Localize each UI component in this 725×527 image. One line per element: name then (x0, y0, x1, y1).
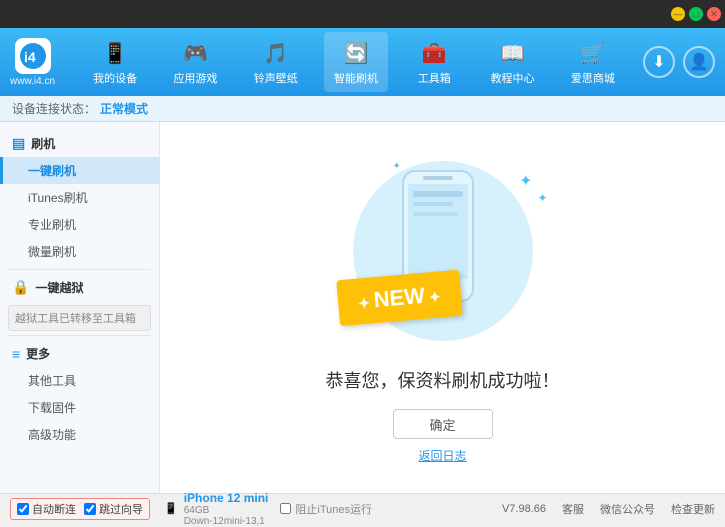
status-value: 正常模式 (100, 100, 148, 117)
nav-label-smart-flash: 智能刷机 (334, 70, 378, 86)
nav-label-ringtone: 铃声壁纸 (254, 70, 298, 86)
status-label: 设备连接状态： (12, 100, 96, 117)
download-button[interactable]: ⬇ (643, 46, 675, 78)
toolbox-icon: 🧰 (419, 38, 449, 68)
sidebar-section-jailbreak: 🔒 一键越狱 (0, 274, 159, 301)
jailbreak-notice: 越狱工具已转移至工具箱 (8, 305, 151, 331)
skip-wizard-checkbox[interactable]: 跳过向导 (84, 501, 143, 517)
illustration: NEW ✦ ✦ ✦ (333, 151, 553, 351)
jailbreak-icon: 🔒 (12, 279, 29, 296)
ringtone-icon: 🎵 (261, 38, 291, 68)
titlebar: — □ ✕ (0, 0, 725, 28)
nav-item-my-device[interactable]: 📱 我的设备 (83, 32, 147, 92)
sidebar-item-one-key-flash[interactable]: 一键刷机 (0, 157, 159, 184)
logo-text: www.i4.cn (10, 76, 55, 87)
checkbox-group-box: 自动断连 跳过向导 (10, 498, 150, 520)
check-update-link[interactable]: 检查更新 (671, 501, 715, 517)
maximize-button[interactable]: □ (689, 7, 703, 21)
nav-label-store: 爱思商城 (571, 70, 615, 86)
sidebar-section-more-label: 更多 (26, 345, 50, 362)
tutorial-icon: 📖 (498, 38, 528, 68)
device-icon: 📱 (164, 502, 178, 515)
my-device-icon: 📱 (100, 38, 130, 68)
logo-icon: i4 (15, 38, 51, 74)
auto-close-checkbox[interactable]: 自动断连 (17, 501, 76, 517)
back-to-log-link[interactable]: 返回日志 (418, 447, 466, 464)
content-area: NEW ✦ ✦ ✦ 恭喜您，保资料刷机成功啦！ 确定 返回日志 (160, 122, 725, 493)
star-2: ✦ (537, 191, 547, 205)
sidebar-section-flash: ▤ 刷机 (0, 130, 159, 157)
logo[interactable]: i4 www.i4.cn (10, 38, 55, 87)
skip-wizard-input[interactable] (84, 503, 96, 515)
header-right: ⬇ 👤 (643, 46, 715, 78)
device-model: Down-12mini-13,1 (184, 516, 269, 527)
itunes-block-checkbox[interactable] (280, 503, 291, 514)
sidebar-item-advanced[interactable]: 高级功能 (0, 421, 159, 448)
svg-text:i4: i4 (24, 49, 36, 65)
sidebar-item-itunes-flash[interactable]: iTunes刷机 (0, 184, 159, 211)
nav-label-toolbox: 工具箱 (418, 70, 451, 86)
nav-label-tutorial: 教程中心 (491, 70, 535, 86)
minimize-button[interactable]: — (671, 7, 685, 21)
sidebar-divider-1 (8, 269, 151, 270)
sidebar: ▤ 刷机 一键刷机 iTunes刷机 专业刷机 微量刷机 🔒 一键越狱 越狱工具… (0, 122, 160, 493)
sidebar-section-more: ≡ 更多 (0, 340, 159, 367)
wechat-link[interactable]: 微信公众号 (600, 501, 655, 517)
bottom-right: V7.98.66 客服 微信公众号 检查更新 (502, 501, 715, 517)
star-1: ✦ (519, 171, 532, 191)
nav-item-smart-flash[interactable]: 🔄 智能刷机 (324, 32, 388, 92)
device-info: iPhone 12 mini 64GB Down-12mini-13,1 (184, 491, 269, 527)
app-games-icon: 🎮 (180, 38, 210, 68)
more-icon: ≡ (12, 346, 20, 362)
sidebar-item-other-tools[interactable]: 其他工具 (0, 367, 159, 394)
success-text: 恭喜您，保资料刷机成功啦！ (326, 367, 560, 393)
main-area: ▤ 刷机 一键刷机 iTunes刷机 专业刷机 微量刷机 🔒 一键越狱 越狱工具… (0, 122, 725, 493)
sidebar-item-download-firmware[interactable]: 下载固件 (0, 394, 159, 421)
sidebar-item-pro-flash[interactable]: 专业刷机 (0, 211, 159, 238)
nav-item-ringtone[interactable]: 🎵 铃声壁纸 (244, 32, 308, 92)
nav-items: 📱 我的设备 🎮 应用游戏 🎵 铃声壁纸 🔄 智能刷机 🧰 工具箱 📖 教程中心 (75, 32, 633, 92)
bottom-bar: 自动断连 跳过向导 📱 iPhone 12 mini 64GB Down-12m… (0, 493, 725, 523)
sidebar-section-flash-label: 刷机 (31, 135, 55, 152)
confirm-button[interactable]: 确定 (393, 409, 493, 439)
customer-service-link[interactable]: 客服 (562, 501, 584, 517)
nav-item-tutorial[interactable]: 📖 教程中心 (481, 32, 545, 92)
sidebar-section-jailbreak-label: 一键越狱 (35, 279, 83, 296)
nav-item-store[interactable]: 🛒 爱思商城 (561, 32, 625, 92)
close-button[interactable]: ✕ (707, 7, 721, 21)
nav-label-app-games: 应用游戏 (173, 70, 217, 86)
user-button[interactable]: 👤 (683, 46, 715, 78)
flash-section-icon: ▤ (12, 135, 25, 152)
status-bar: 设备连接状态： 正常模式 (0, 96, 725, 122)
itunes-notice: 阻止iTunes运行 (280, 501, 372, 517)
bottom-left: 自动断连 跳过向导 📱 iPhone 12 mini 64GB Down-12m… (10, 491, 268, 527)
smart-flash-icon: 🔄 (341, 38, 371, 68)
nav-item-app-games[interactable]: 🎮 应用游戏 (163, 32, 227, 92)
device-storage: 64GB (184, 505, 269, 516)
sidebar-divider-2 (8, 335, 151, 336)
store-icon: 🛒 (578, 38, 608, 68)
version-label: V7.98.66 (502, 503, 546, 515)
header: i4 www.i4.cn 📱 我的设备 🎮 应用游戏 🎵 铃声壁纸 🔄 智能刷机… (0, 28, 725, 96)
nav-label-my-device: 我的设备 (93, 70, 137, 86)
sidebar-item-preserve-flash[interactable]: 微量刷机 (0, 238, 159, 265)
nav-item-toolbox[interactable]: 🧰 工具箱 (404, 32, 464, 92)
auto-close-input[interactable] (17, 503, 29, 515)
